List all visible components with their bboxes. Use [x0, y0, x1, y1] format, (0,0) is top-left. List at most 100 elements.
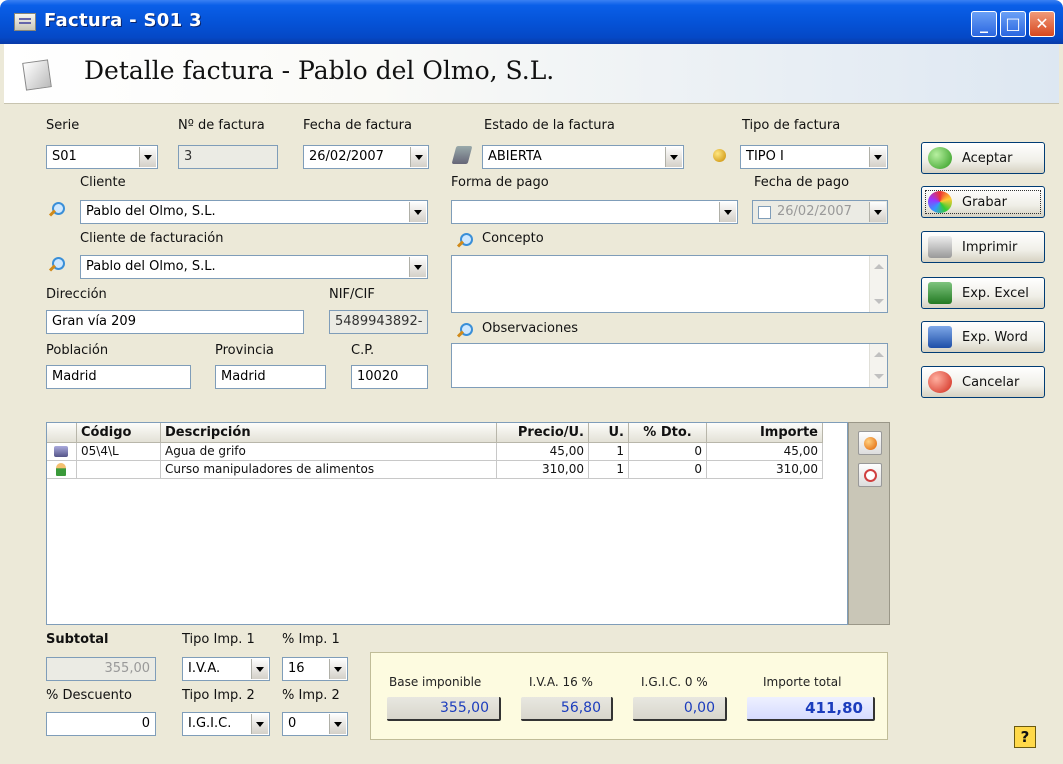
descuento-field[interactable]: 0 — [46, 712, 156, 736]
tipo-select[interactable]: TIPO I — [740, 145, 888, 169]
cell-precio[interactable]: 310,00 — [497, 461, 589, 479]
search-cliente-icon[interactable] — [48, 201, 66, 219]
minimize-icon: _ — [980, 14, 988, 33]
tipo-imp2-label: Tipo Imp. 2 — [182, 688, 255, 703]
chevron-down-icon[interactable] — [251, 714, 268, 734]
cancelar-button[interactable]: Cancelar — [921, 366, 1045, 398]
fecha-pago-picker[interactable]: 26/02/2007 — [752, 200, 888, 224]
chevron-down-icon[interactable] — [719, 202, 736, 222]
column-header-precio[interactable]: Precio/U. — [497, 423, 589, 443]
column-header-codigo[interactable]: Código — [77, 423, 161, 443]
maximize-button[interactable]: □ — [1000, 11, 1026, 37]
table-row[interactable] — [47, 461, 77, 479]
direccion-field[interactable]: Gran vía 209 — [46, 310, 304, 334]
cell-importe[interactable]: 45,00 — [707, 443, 823, 461]
poblacion-field[interactable]: Madrid — [46, 365, 191, 389]
title-bar[interactable]: Factura - S01 3 _ □ ✕ — [0, 0, 1063, 44]
minimize-button[interactable]: _ — [971, 11, 997, 37]
serie-select[interactable]: S01 — [46, 145, 158, 169]
concepto-scrollbar[interactable] — [869, 256, 887, 312]
imprimir-button[interactable]: Imprimir — [921, 231, 1045, 263]
scroll-down-icon[interactable] — [874, 374, 884, 379]
observaciones-scrollbar[interactable] — [869, 344, 887, 387]
help-button[interactable]: ? — [1014, 726, 1036, 748]
cell-dto[interactable]: 0 — [629, 443, 707, 461]
pct-imp2-select[interactable]: 0 — [282, 712, 348, 736]
search-observaciones-icon[interactable] — [456, 322, 474, 340]
observaciones-label: Observaciones — [482, 321, 578, 336]
descuento-label: % Descuento — [46, 688, 132, 703]
exp-excel-label: Exp. Excel — [962, 286, 1029, 301]
nif-field[interactable]: 5489943892- — [329, 310, 428, 334]
base-value: 355,00 — [387, 697, 501, 721]
cell-codigo[interactable]: 05\4\L — [77, 443, 161, 461]
fecha-pago-label: Fecha de pago — [754, 175, 850, 190]
cell-dto[interactable]: 0 — [629, 461, 707, 479]
concepto-textarea[interactable] — [451, 255, 888, 313]
tipo-imp2-select[interactable]: I.G.I.C. — [182, 712, 270, 736]
igic-label: I.G.I.C. 0 % — [641, 675, 708, 689]
invoice-app-icon — [14, 13, 36, 31]
cell-descripcion[interactable]: Curso manipuladores de alimentos — [161, 461, 497, 479]
scroll-down-icon[interactable] — [874, 299, 884, 304]
chevron-down-icon[interactable] — [409, 202, 426, 222]
fecha-factura-picker[interactable]: 26/02/2007 — [303, 145, 429, 169]
cell-importe[interactable]: 310,00 — [707, 461, 823, 479]
exp-excel-button[interactable]: Exp. Excel — [921, 277, 1045, 309]
cliente-facturacion-value: Pablo del Olmo, S.L. — [86, 259, 216, 274]
close-button[interactable]: ✕ — [1029, 11, 1055, 37]
cp-field[interactable]: 10020 — [351, 365, 428, 389]
cell-descripcion[interactable]: Agua de grifo — [161, 443, 497, 461]
chevron-down-icon[interactable] — [139, 147, 156, 167]
chevron-down-icon[interactable] — [410, 147, 427, 167]
subtotal-label: Subtotal — [46, 632, 109, 647]
cell-unidades[interactable]: 1 — [589, 443, 629, 461]
chevron-down-icon[interactable] — [329, 659, 346, 679]
observaciones-textarea[interactable] — [451, 343, 888, 388]
grabar-button[interactable]: Grabar — [921, 186, 1045, 218]
color-wheel-icon — [928, 191, 952, 213]
tipo-imp1-select[interactable]: I.V.A. — [182, 657, 270, 681]
scroll-up-icon[interactable] — [874, 352, 884, 357]
scroll-up-icon[interactable] — [874, 264, 884, 269]
search-cliente-facturacion-icon[interactable] — [48, 256, 66, 274]
exp-word-button[interactable]: Exp. Word — [921, 321, 1045, 353]
fecha-pago-checkbox[interactable] — [758, 206, 771, 219]
cliente-select[interactable]: Pablo del Olmo, S.L. — [80, 200, 428, 224]
base-label: Base imponible — [389, 675, 482, 689]
chevron-down-icon[interactable] — [251, 659, 268, 679]
chevron-down-icon[interactable] — [329, 714, 346, 734]
cliente-facturacion-select[interactable]: Pablo del Olmo, S.L. — [80, 255, 428, 279]
cliente-facturacion-label: Cliente de facturación — [80, 231, 224, 246]
row-icon-header — [47, 423, 77, 443]
column-header-descripcion[interactable]: Descripción — [161, 423, 497, 443]
forma-pago-select[interactable] — [451, 200, 738, 224]
chevron-down-icon[interactable] — [665, 147, 682, 167]
cell-unidades[interactable]: 1 — [589, 461, 629, 479]
tipo-imp2-value: I.G.I.C. — [188, 716, 232, 731]
delete-line-button[interactable] — [858, 463, 882, 487]
numero-field[interactable]: 3 — [178, 145, 278, 169]
search-concepto-icon[interactable] — [456, 232, 474, 250]
estado-select[interactable]: ABIERTA — [482, 145, 684, 169]
aceptar-button[interactable]: Aceptar — [921, 142, 1045, 174]
chevron-down-icon[interactable] — [869, 202, 886, 222]
column-header-dto[interactable]: % Dto. — [629, 423, 707, 443]
subtotal-field[interactable]: 355,00 — [46, 657, 156, 681]
column-header-importe[interactable]: Importe — [707, 423, 823, 443]
column-header-unidades[interactable]: U. — [589, 423, 629, 443]
chevron-down-icon[interactable] — [869, 147, 886, 167]
window-title: Factura - S01 3 — [44, 10, 202, 31]
provincia-field[interactable]: Madrid — [215, 365, 326, 389]
chevron-down-icon[interactable] — [409, 257, 426, 277]
cell-codigo[interactable] — [77, 461, 161, 479]
fecha-pago-value: 26/02/2007 — [777, 204, 852, 219]
concepto-label: Concepto — [482, 231, 544, 246]
pct-imp1-select[interactable]: 16 — [282, 657, 348, 681]
cancelar-label: Cancelar — [962, 375, 1020, 390]
invoice-lines-table[interactable]: Código Descripción Precio/U. U. % Dto. I… — [46, 422, 848, 625]
table-row[interactable] — [47, 443, 77, 461]
add-line-icon — [864, 437, 877, 450]
cell-precio[interactable]: 45,00 — [497, 443, 589, 461]
add-line-button[interactable] — [858, 431, 882, 455]
